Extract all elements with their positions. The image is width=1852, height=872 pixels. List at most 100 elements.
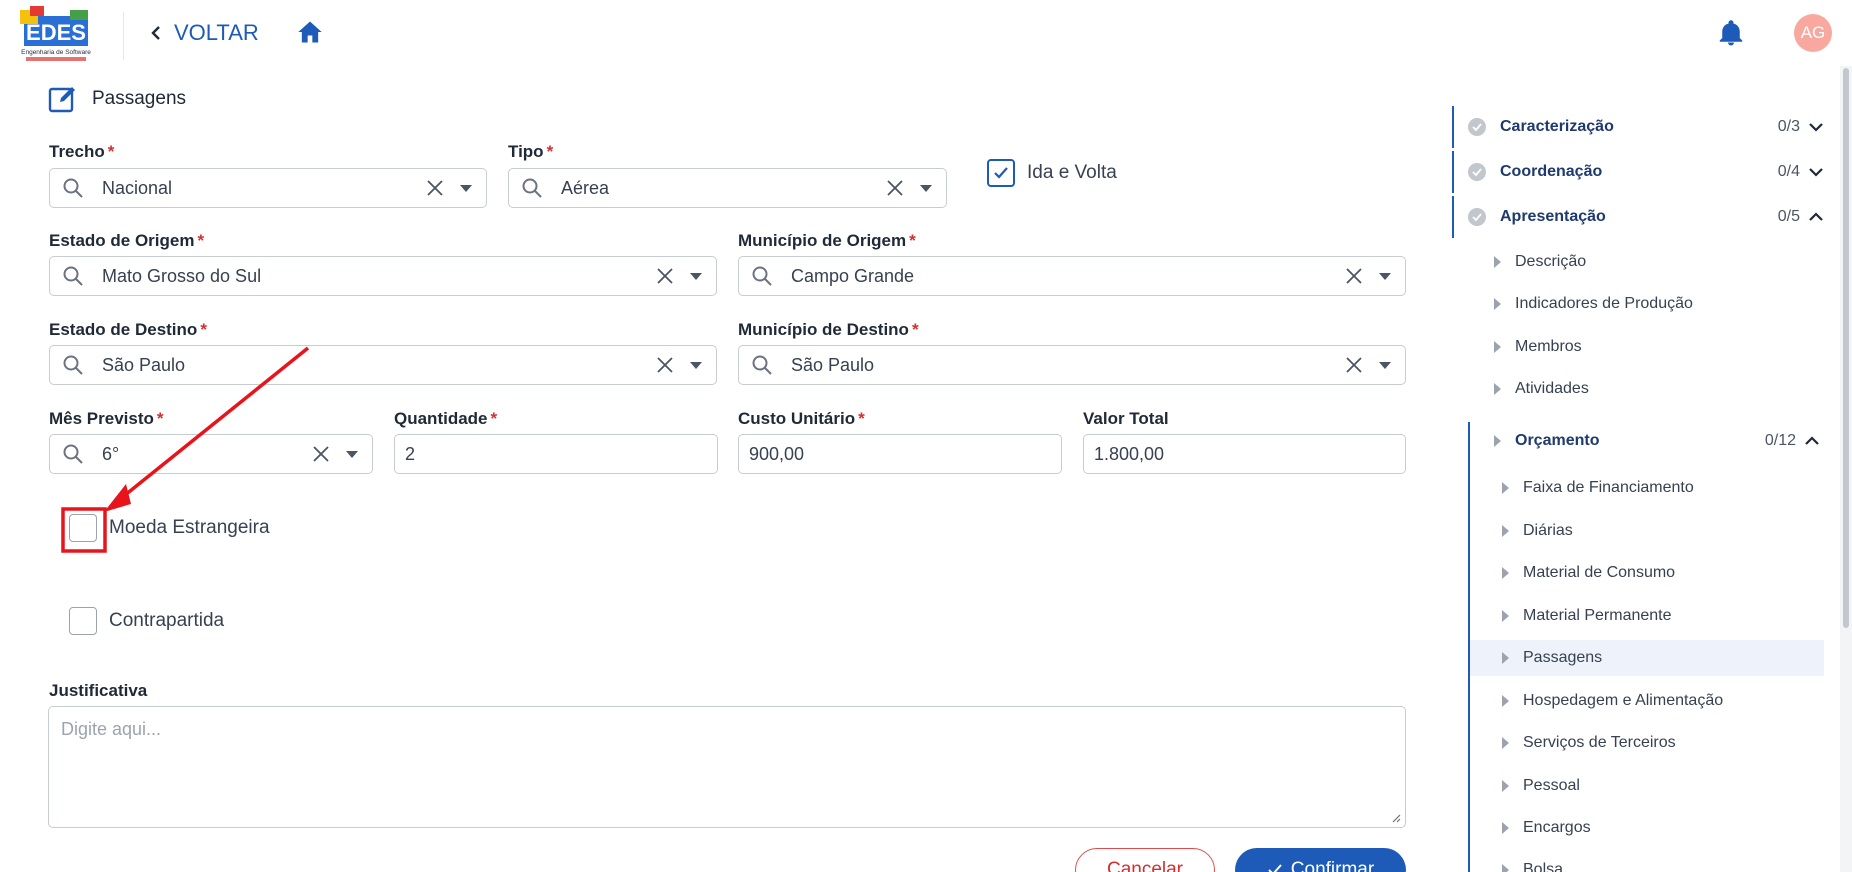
estado-destino-select[interactable]: São Paulo (49, 345, 717, 385)
custo-unitario-input[interactable] (749, 443, 1061, 465)
municipio-destino-value: São Paulo (791, 354, 875, 375)
tipo-value: Aérea (561, 177, 610, 198)
check-icon (994, 167, 1008, 179)
caret-right-icon (1502, 525, 1509, 537)
nav-item-passagens[interactable]: Passagens (1470, 640, 1824, 676)
nav-item-bolsa[interactable]: Bolsa (1502, 852, 1824, 872)
quantidade-input-wrap (394, 434, 718, 474)
caret-right-icon (1494, 435, 1501, 447)
nav-item-label: Orçamento (1515, 432, 1600, 449)
bell-icon[interactable] (1716, 18, 1746, 48)
valor-total-input[interactable] (1094, 443, 1405, 465)
nav-item-diarias[interactable]: Diárias (1502, 513, 1824, 549)
search-icon (752, 266, 772, 286)
section-title-text: Passagens (92, 88, 187, 109)
caret-down-icon[interactable] (346, 450, 358, 458)
nav-item-indicadores[interactable]: Indicadores de Produção (1494, 286, 1824, 322)
status-check-icon (1468, 118, 1486, 136)
clear-icon[interactable] (1345, 356, 1363, 374)
tipo-select[interactable]: Aérea (508, 168, 947, 208)
confirm-button[interactable]: Confirmar (1235, 848, 1406, 872)
checkbox-box[interactable] (987, 159, 1015, 187)
nav-item-label: Encargos (1523, 819, 1591, 836)
clear-icon[interactable] (426, 179, 444, 197)
nav-group-caracterizacao[interactable]: Caracterização 0/3 (1452, 106, 1828, 148)
edit-icon (48, 87, 75, 113)
home-icon[interactable] (296, 18, 324, 46)
nav-item-label: Membros (1515, 338, 1582, 355)
nav-item-label: Indicadores de Produção (1515, 295, 1693, 312)
nav-item-label: Pessoal (1523, 777, 1580, 794)
top-header: EDES Engenharia de Software VOLTAR AG (0, 0, 1852, 66)
nav-item-membros[interactable]: Membros (1494, 329, 1824, 365)
checkbox-box[interactable] (69, 514, 97, 542)
nav-item-orcamento[interactable]: Orçamento 0/12 (1494, 423, 1824, 459)
scrollbar-thumb[interactable] (1843, 68, 1849, 628)
custo-unitario-input-wrap (738, 434, 1062, 474)
chevron-up-icon[interactable] (1804, 433, 1820, 449)
logo-text: EDES (26, 20, 86, 45)
municipio-destino-select[interactable]: São Paulo (738, 345, 1406, 385)
caret-down-icon[interactable] (690, 272, 702, 280)
municipio-origem-value: Campo Grande (791, 265, 915, 286)
ida-volta-label: Ida e Volta (1027, 162, 1117, 183)
chevron-down-icon[interactable] (1808, 119, 1824, 135)
page-scrollbar[interactable] (1840, 66, 1852, 872)
nav-item-hospedagem[interactable]: Hospedagem e Alimentação (1502, 683, 1824, 719)
nav-item-label: Serviços de Terceiros (1523, 734, 1676, 751)
mes-previsto-select[interactable]: 6° (49, 434, 373, 474)
trecho-select[interactable]: Nacional (49, 168, 487, 208)
caret-right-icon (1494, 383, 1501, 395)
caret-right-icon (1494, 298, 1501, 310)
nav-item-descricao[interactable]: Descrição (1494, 244, 1824, 280)
caret-right-icon (1502, 695, 1509, 707)
nav-group-apresentacao[interactable]: Apresentação 0/5 (1452, 196, 1828, 238)
clear-icon[interactable] (886, 179, 904, 197)
clear-icon[interactable] (656, 267, 674, 285)
edes-logo[interactable]: EDES Engenharia de Software (20, 6, 92, 62)
clear-icon[interactable] (656, 356, 674, 374)
chevron-down-icon[interactable] (1808, 164, 1824, 180)
caret-down-icon[interactable] (690, 361, 702, 369)
nav-group-label: Coordenação (1500, 163, 1603, 180)
nav-item-label: Material de Consumo (1523, 564, 1676, 581)
nav-item-pessoal[interactable]: Pessoal (1502, 768, 1824, 804)
nav-item-servicos-terceiros[interactable]: Serviços de Terceiros (1502, 725, 1824, 761)
back-button[interactable]: VOLTAR (148, 20, 259, 46)
checkbox-box[interactable] (69, 607, 97, 635)
caret-right-icon (1494, 256, 1501, 268)
user-avatar[interactable]: AG (1794, 14, 1832, 52)
nav-item-material-consumo[interactable]: Material de Consumo (1502, 555, 1824, 591)
clear-icon[interactable] (312, 445, 330, 463)
nav-item-material-permanente[interactable]: Material Permanente (1502, 598, 1824, 634)
caret-down-icon[interactable] (1379, 272, 1391, 280)
resize-grip-icon[interactable] (1391, 813, 1401, 823)
caret-right-icon (1502, 822, 1509, 834)
estado-origem-select[interactable]: Mato Grosso do Sul (49, 256, 717, 296)
nav-item-label: Diárias (1523, 522, 1573, 539)
chevron-up-icon[interactable] (1808, 209, 1824, 225)
nav-item-encargos[interactable]: Encargos (1502, 810, 1824, 846)
ida-volta-checkbox[interactable]: Ida e Volta (987, 159, 1117, 187)
caret-down-icon[interactable] (460, 184, 472, 192)
nav-item-faixa-financiamento[interactable]: Faixa de Financiamento (1502, 470, 1824, 506)
nav-item-label: Atividades (1515, 380, 1589, 397)
valor-total-input-wrap (1083, 434, 1406, 474)
moeda-estrangeira-checkbox[interactable]: Moeda Estrangeira (69, 514, 270, 542)
nav-item-label: Bolsa (1523, 861, 1564, 872)
header-divider (123, 12, 124, 60)
quantidade-input[interactable] (405, 443, 717, 465)
nav-item-count: 0/12 (1764, 432, 1796, 449)
quantidade-label: Quantidade * (394, 409, 498, 428)
caret-down-icon[interactable] (920, 184, 932, 192)
nav-item-atividades[interactable]: Atividades (1494, 371, 1824, 407)
caret-down-icon[interactable] (1379, 361, 1391, 369)
clear-icon[interactable] (1345, 267, 1363, 285)
justificativa-textarea[interactable] (49, 707, 1405, 827)
justificativa-label: Justificativa (49, 681, 148, 700)
municipio-origem-select[interactable]: Campo Grande (738, 256, 1406, 296)
contrapartida-checkbox[interactable]: Contrapartida (69, 607, 224, 635)
nav-group-label: Caracterização (1500, 118, 1614, 135)
cancel-button[interactable]: Cancelar (1075, 848, 1215, 872)
nav-group-coordenacao[interactable]: Coordenação 0/4 (1452, 151, 1828, 193)
